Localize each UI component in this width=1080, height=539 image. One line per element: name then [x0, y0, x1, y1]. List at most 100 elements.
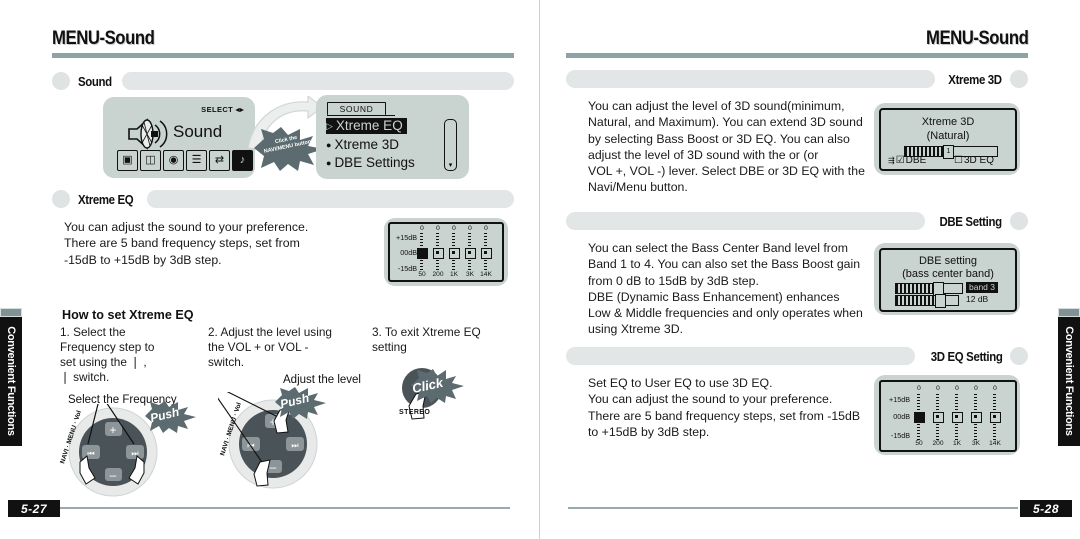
- slider-knob[interactable]: [481, 248, 492, 259]
- slider-fill: [896, 296, 938, 305]
- side-tab-right: Convenient Functions: [1058, 308, 1080, 446]
- footer-rule-left: [60, 507, 510, 509]
- section-stub: [1010, 70, 1028, 88]
- monitor-icon[interactable]: ◫: [140, 150, 161, 171]
- side-tab-label: Convenient Functions: [5, 326, 17, 436]
- slider-knob[interactable]: [914, 412, 925, 423]
- device-screen-title: Sound: [173, 122, 223, 141]
- clock-icon[interactable]: ◉: [163, 150, 184, 171]
- side-tab-label: Convenient Functions: [1063, 326, 1075, 436]
- eq-scale-max: +15dB: [889, 395, 910, 404]
- slider-knob[interactable]: [935, 293, 946, 308]
- eq-slider-1[interactable]: [433, 233, 444, 271]
- how-to-title: How to set Xtreme EQ: [62, 308, 194, 322]
- checkbox-dbe[interactable]: ⇶ ☑ DBE: [888, 155, 926, 166]
- section-bar-fill: [566, 70, 936, 88]
- sound-menu-screen: SOUND ▷ Xtreme EQ ● Xtreme 3D ● DBE Sett…: [320, 99, 465, 175]
- slider-knob[interactable]: [990, 412, 1001, 423]
- page-gutter: [539, 0, 540, 539]
- checkbox-dbe-label: DBE: [905, 155, 927, 166]
- section-label-dbe: DBE Setting: [939, 213, 1003, 229]
- dbe-gain-slider[interactable]: [895, 293, 959, 308]
- running-head-right: MENU-Sound: [925, 28, 1029, 49]
- section-stub: [1010, 212, 1028, 230]
- page-number-left: 5-27: [8, 500, 60, 517]
- menu-item-xtreme-eq[interactable]: ▷ Xtreme EQ: [326, 118, 407, 134]
- section-label-3d-eq: 3D EQ Setting: [930, 348, 1002, 364]
- section-bar-xtreme-3d: Xtreme 3D: [566, 70, 1028, 88]
- dbe-gain-value: 12 dB: [966, 294, 989, 304]
- eq-slider-3[interactable]: [465, 233, 476, 271]
- section-bar-fill: [146, 190, 514, 208]
- eq-value-0: 0: [420, 225, 424, 232]
- slider-knob[interactable]: [417, 248, 428, 259]
- eq-value-4: 0: [484, 225, 488, 232]
- globe-icon[interactable]: ▣: [117, 150, 138, 171]
- section-bar-xtreme-eq: Xtreme EQ: [52, 190, 514, 208]
- device-sound-screen: SELECT ◂▸ Sound ▣ ◫ ◉ ☰ ⇄ ♪: [107, 101, 253, 174]
- menu-title-tab: SOUND: [327, 102, 395, 116]
- how-to-step-2: 2. Adjust the level using the VOL + or V…: [208, 325, 332, 369]
- svg-text:–: –: [270, 460, 277, 474]
- eq-3d-body: Set EQ to User EQ to use 3D EQ. You can …: [588, 376, 861, 439]
- svg-text:+: +: [109, 423, 116, 437]
- checkbox-3deq[interactable]: ☐ 3D EQ: [954, 155, 994, 166]
- slider-knob[interactable]: [952, 412, 963, 423]
- slider-knob[interactable]: [933, 412, 944, 423]
- callout-adjust-level: Adjust the level: [283, 374, 361, 386]
- eq-scale-mid: 00dB: [400, 248, 417, 257]
- panel-subtitle: (bass center band): [902, 268, 994, 280]
- menu-item-label: DBE Settings: [334, 155, 415, 170]
- eq-value-0: 0: [917, 385, 921, 392]
- menu-item-label: Xtreme EQ: [335, 118, 403, 133]
- eq-slider-2[interactable]: [952, 394, 963, 440]
- header-rule-left: [52, 53, 514, 58]
- tools-icon[interactable]: ☰: [186, 150, 207, 171]
- eq-band-0: 50: [915, 440, 923, 447]
- section-stub: [1010, 347, 1028, 365]
- right-arrow-icon: ⇶: [888, 156, 895, 165]
- menu-item-xtreme-3d[interactable]: ● Xtreme 3D: [326, 137, 399, 153]
- left-page: MENU-Sound Sound SELECT ◂▸ Sound ▣ ◫ ◉ ☰…: [0, 0, 540, 539]
- slider-knob[interactable]: 1: [943, 144, 954, 159]
- slider-knob[interactable]: [449, 248, 460, 259]
- slider-knob[interactable]: [433, 248, 444, 259]
- slider-knob[interactable]: [971, 412, 982, 423]
- section-bar-fill: [122, 72, 514, 90]
- eq-slider-1[interactable]: [933, 394, 944, 440]
- scrollbar-thumb[interactable]: [446, 121, 455, 155]
- section-bar-fill: [566, 212, 926, 230]
- eq-value-2: 0: [955, 385, 959, 392]
- eq-slider-4[interactable]: [990, 394, 1001, 440]
- dbe-panel: DBE setting (bass center band) band 3 12…: [879, 248, 1017, 312]
- eq-slider-0[interactable]: [914, 394, 925, 440]
- stereo-label: STEREO: [399, 409, 431, 416]
- eq-slider-2[interactable]: [449, 233, 460, 271]
- footer-rule-right: [568, 507, 1018, 509]
- panel-subtitle: (Natural): [926, 130, 970, 142]
- select-label: SELECT ◂▸: [201, 105, 244, 114]
- eq-value-4: 0: [993, 385, 997, 392]
- dbe-band-slider[interactable]: [895, 281, 963, 296]
- checkbox-3deq-label: 3D EQ: [963, 155, 994, 166]
- menu-title: SOUND: [327, 102, 386, 115]
- left-right-arrows-icon: ◂▸: [235, 105, 244, 114]
- dbe-body: You can select the Bass Center Band leve…: [588, 241, 863, 337]
- section-stub: [52, 72, 70, 90]
- eq-slider-0[interactable]: [417, 233, 428, 271]
- slider-fill: [896, 284, 936, 293]
- repeat-icon[interactable]: ⇄: [209, 150, 230, 171]
- vertical-scrollbar[interactable]: ▾: [444, 119, 457, 171]
- section-label-xtreme-eq: Xtreme EQ: [78, 191, 134, 207]
- checkbox-icon-checked: ☑: [895, 155, 905, 166]
- xtreme-3d-panel: Xtreme 3D (Natural) 1 ⇶ ☑ DBE ☐ 3D EQ: [879, 108, 1017, 171]
- eq-slider-3[interactable]: [971, 394, 982, 440]
- panel-title: Xtreme 3D: [921, 116, 975, 128]
- eq-slider-4[interactable]: [481, 233, 492, 271]
- menu-item-dbe-settings[interactable]: ● DBE Settings: [326, 155, 415, 171]
- how-to-step-1: 1. Select the Frequency step to set usin…: [60, 325, 155, 384]
- slider-knob[interactable]: [465, 248, 476, 259]
- section-bar-dbe: DBE Setting: [566, 212, 1028, 230]
- checkbox-icon-unchecked: ☐: [954, 155, 963, 166]
- chevron-down-icon[interactable]: ▾: [445, 162, 456, 169]
